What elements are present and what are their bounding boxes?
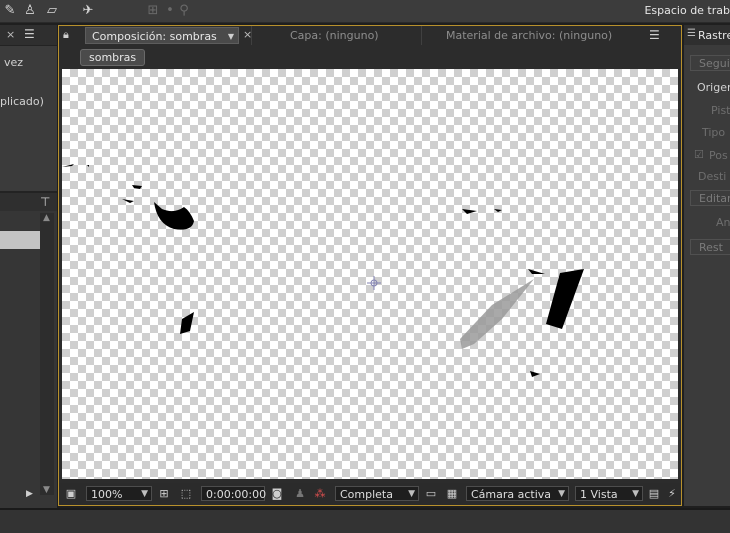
tab-footage-label: Material de archivo: (ninguno) xyxy=(446,29,613,42)
scrollbar[interactable]: ▲ ▼ xyxy=(40,213,54,495)
reset-button[interactable]: Rest xyxy=(690,239,730,255)
resolution-value: Completa xyxy=(340,488,393,501)
axis-icon[interactable]: ⊞ xyxy=(145,3,161,19)
viewer-bar: ▣ 100% ▼ ⊞ ⬚ 0:00:00:00 ◙ ♟ ⁂ Completa ▼… xyxy=(59,483,681,505)
hierarchy-icon[interactable]: ⊤ xyxy=(40,195,50,209)
panel-menu-icon[interactable]: ☰ xyxy=(24,27,35,41)
tracker-tab-label[interactable]: Rastrea xyxy=(698,29,730,42)
chevron-down-icon: ▼ xyxy=(558,489,565,499)
left-text-line2: plicado) xyxy=(0,95,44,108)
left-text-line1: vez xyxy=(4,56,24,69)
track-motion-button[interactable]: Segui xyxy=(690,55,730,71)
workspace-label[interactable]: Espacio de trab xyxy=(644,4,730,17)
chevron-down-icon: ▼ xyxy=(408,489,415,499)
show-snapshot-icon[interactable]: ♟ xyxy=(293,487,307,501)
camera-value: Cámara activa xyxy=(471,488,552,501)
tracker-panel: ☰ Rastrea Segui Origen Pist Tipo ☑ Pos D… xyxy=(684,25,730,506)
tab-layer[interactable]: Capa: (ninguno) xyxy=(251,26,421,45)
chevron-down-icon: ▼ xyxy=(632,489,639,499)
breadcrumb-sombras[interactable]: sombras xyxy=(80,49,146,66)
tab-composition-label: Composición: sombras xyxy=(92,30,217,43)
analyze-label: An xyxy=(716,216,730,229)
left-list-header: ⊤ xyxy=(0,193,57,211)
close-icon[interactable]: × xyxy=(6,28,15,41)
zoom-select[interactable]: 100% ▼ xyxy=(86,486,152,501)
panel-menu-icon[interactable]: ☰ xyxy=(649,28,660,42)
eraser-icon[interactable]: ▱ xyxy=(44,3,60,19)
lock-icon[interactable]: 🔒︎ xyxy=(63,28,69,42)
timecode-field[interactable]: 0:00:00:00 xyxy=(201,486,267,501)
camera-select[interactable]: Cámara activa ▼ xyxy=(466,486,569,501)
bottom-bar xyxy=(0,508,730,533)
edit-target-button[interactable]: Editar xyxy=(690,190,730,206)
composition-viewer[interactable] xyxy=(62,69,678,479)
pin-small-icon[interactable]: ⚲ xyxy=(176,3,192,19)
scroll-up-icon[interactable]: ▲ xyxy=(43,213,50,223)
views-select[interactable]: 1 Vista ▼ xyxy=(575,486,643,501)
panel-menu-icon[interactable]: ☰ xyxy=(687,28,696,39)
tab-composition[interactable]: Composición: sombras ▼ xyxy=(85,27,239,44)
chevron-down-icon: ▼ xyxy=(141,489,148,499)
timecode-value: 0:00:00:00 xyxy=(206,488,267,501)
resolution-select[interactable]: Completa ▼ xyxy=(335,486,419,501)
origin-label: Origen xyxy=(697,81,730,94)
scroll-down-icon[interactable]: ▼ xyxy=(43,485,50,495)
position-label: Pos xyxy=(709,149,728,162)
dropdown-icon[interactable]: ▼ xyxy=(228,28,234,45)
selected-row[interactable] xyxy=(0,231,40,249)
track-label: Pist xyxy=(711,104,730,117)
tracker-tabbar: ☰ Rastrea xyxy=(684,25,730,45)
pen-icon[interactable]: ✎ xyxy=(2,3,18,19)
scroll-right-icon[interactable]: ▶ xyxy=(26,489,33,499)
tab-layer-label: Capa: (ninguno) xyxy=(290,29,379,42)
left-lower-panel: ⊤ ▲ ▼ ▶ xyxy=(0,191,57,508)
composition-panel: 🔒︎ Composición: sombras ▼ × Capa: (ningu… xyxy=(58,25,682,506)
zoom-value: 100% xyxy=(91,488,123,501)
left-panel: × ☰ vez plicado) ⊤ ▲ ▼ ▶ xyxy=(0,25,57,508)
target-label: Desti xyxy=(698,170,727,183)
type-label: Tipo xyxy=(702,126,726,139)
checkbox-icon[interactable]: ☑ xyxy=(694,148,704,161)
camera-snapshot-icon[interactable]: ◙ xyxy=(270,487,284,501)
toolbar: ✎ ♙ ▱ ✈ ⊞ • ⚲ Espacio de trab xyxy=(0,0,730,23)
shadow-shapes xyxy=(62,164,584,377)
views-value: 1 Vista xyxy=(580,488,618,501)
grid-icon[interactable]: ⊞ xyxy=(157,487,171,501)
region-of-interest-icon[interactable]: ▭ xyxy=(424,487,438,501)
puppet-icon[interactable]: ♙ xyxy=(22,3,38,19)
pin-icon[interactable]: ✈ xyxy=(80,3,96,19)
transparency-grid-icon[interactable]: ▦ xyxy=(445,487,459,501)
channels-icon[interactable]: ⁂ xyxy=(313,487,327,501)
always-preview-icon[interactable]: ▣ xyxy=(64,487,78,501)
left-tabbar: × ☰ xyxy=(0,25,57,46)
tab-footage[interactable]: Material de archivo: (ninguno) xyxy=(421,26,639,45)
fast-preview-icon[interactable]: ⚡ xyxy=(665,487,679,501)
toggle-pixel-aspect-icon[interactable]: ▤ xyxy=(647,487,661,501)
mask-icon[interactable]: ⬚ xyxy=(179,487,193,501)
